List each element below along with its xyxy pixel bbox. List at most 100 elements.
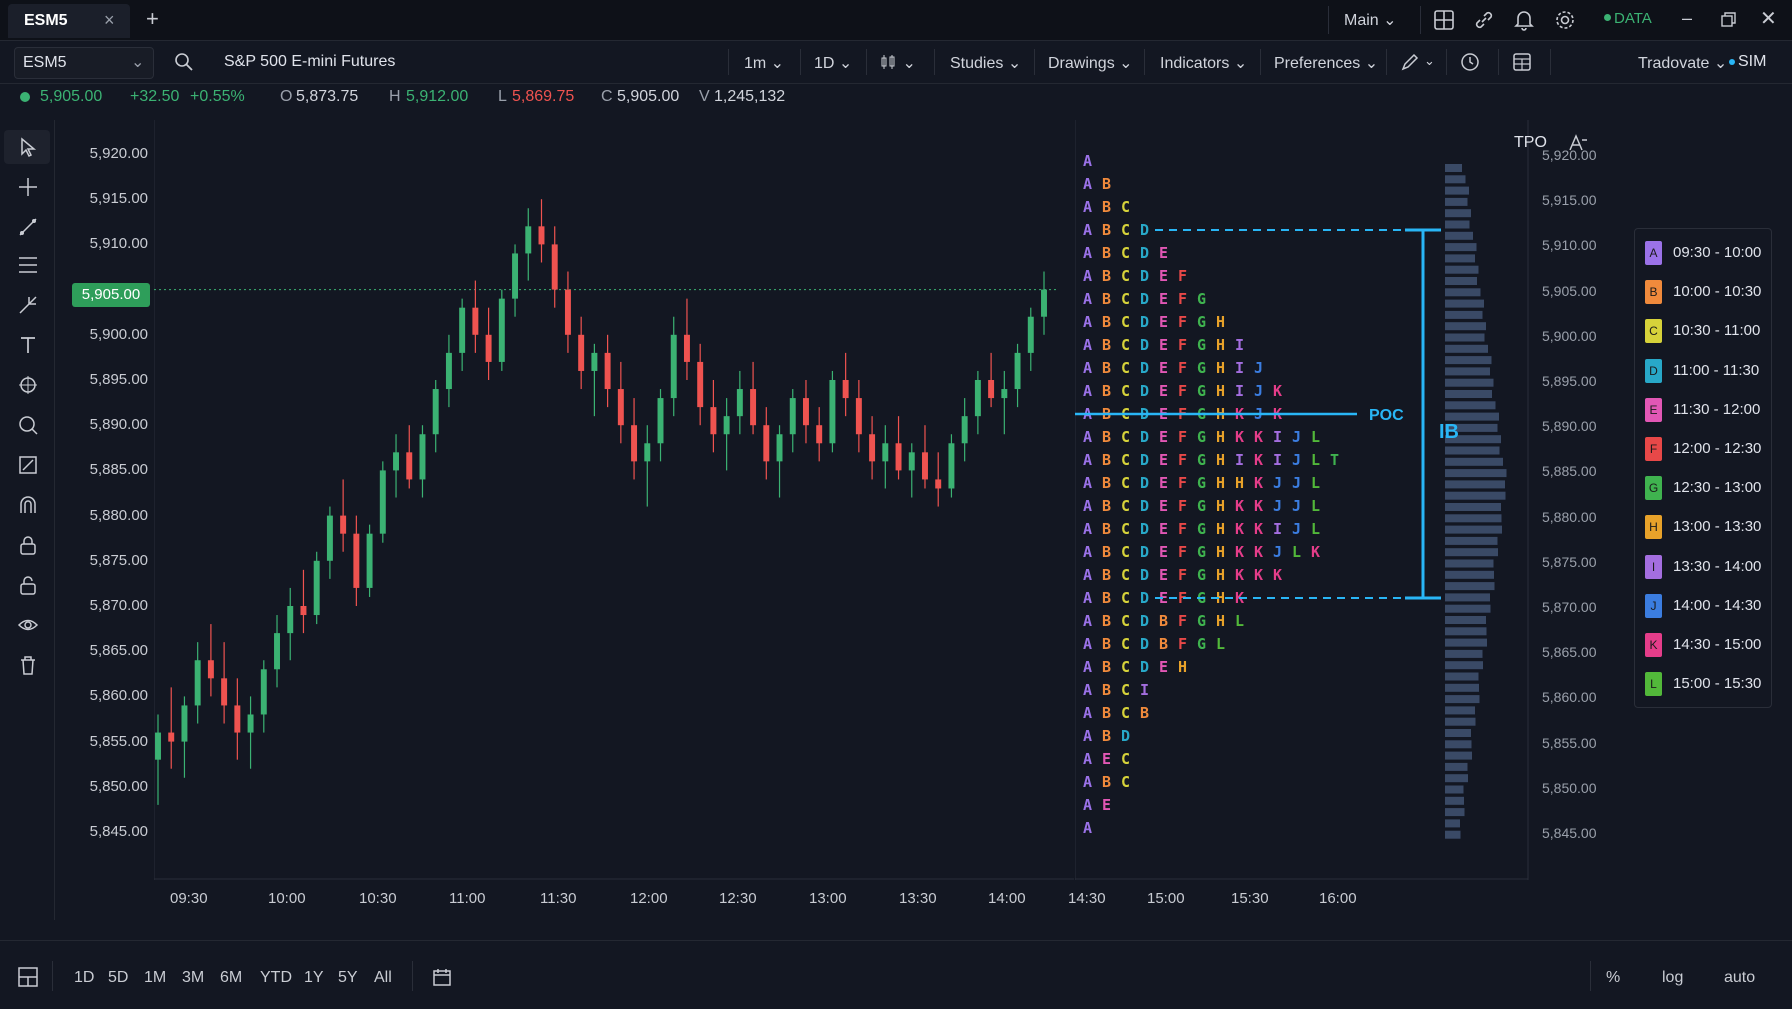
price-axis-right-label: 5,850.00 bbox=[1542, 779, 1597, 796]
interval-dropdown[interactable]: 1m ⌄ bbox=[744, 53, 784, 73]
volume-profile-bar bbox=[1445, 785, 1464, 794]
zoom-icon[interactable] bbox=[17, 414, 39, 436]
studies-dropdown[interactable]: Studies ⌄ bbox=[950, 53, 1021, 73]
volume-profile-bar bbox=[1445, 186, 1469, 195]
range-dropdown[interactable]: 1D ⌄ bbox=[814, 53, 852, 73]
cursor-icon[interactable] bbox=[17, 136, 39, 158]
tab-esm5[interactable]: ESM5 × bbox=[8, 4, 130, 38]
range-button-3m[interactable]: 3M bbox=[182, 969, 204, 987]
volume-profile-bar bbox=[1445, 333, 1485, 342]
close-window-icon[interactable]: ✕ bbox=[1760, 6, 1777, 31]
drawings-dropdown[interactable]: Drawings ⌄ bbox=[1048, 53, 1133, 73]
time-axis-label: 11:00 bbox=[449, 890, 486, 907]
range-button-all[interactable]: All bbox=[374, 969, 392, 987]
shapes-icon[interactable] bbox=[17, 374, 39, 396]
price-change-percent: +0.55% bbox=[190, 88, 245, 105]
add-tab-button[interactable]: + bbox=[146, 6, 159, 32]
fib-retracement-icon[interactable] bbox=[17, 254, 39, 276]
pencil-icon[interactable] bbox=[1400, 52, 1420, 72]
pitchfork-icon[interactable] bbox=[17, 294, 39, 316]
range-button-1y[interactable]: 1Y bbox=[304, 969, 324, 987]
indicators-dropdown[interactable]: Indicators ⌄ bbox=[1160, 53, 1247, 73]
volume-profile-bar bbox=[1445, 299, 1484, 308]
time-axis-label: 16:00 bbox=[1319, 890, 1357, 907]
volume-profile-bar bbox=[1445, 683, 1479, 692]
search-icon[interactable] bbox=[174, 52, 194, 72]
volume-profile-bar bbox=[1445, 525, 1502, 534]
bell-icon[interactable] bbox=[1514, 9, 1534, 31]
data-status-dot bbox=[1604, 14, 1611, 21]
time-axis-label: 15:00 bbox=[1147, 890, 1185, 907]
range-button-1m[interactable]: 1M bbox=[144, 969, 166, 987]
candle bbox=[313, 551, 320, 625]
symbol-selector[interactable]: ESM5 ⌄ bbox=[14, 47, 154, 79]
price-axis-right-label: 5,890.00 bbox=[1542, 418, 1597, 435]
unlock-icon[interactable] bbox=[17, 574, 39, 596]
range-button-ytd[interactable]: YTD bbox=[260, 969, 292, 987]
volume-profile-bar bbox=[1445, 604, 1491, 613]
measure-icon[interactable] bbox=[17, 454, 39, 476]
preferences-dropdown[interactable]: Preferences ⌄ bbox=[1274, 53, 1378, 73]
candlestick-chart[interactable] bbox=[154, 120, 1074, 880]
time-axis-label: 13:00 bbox=[809, 890, 847, 907]
close-icon[interactable]: × bbox=[104, 10, 115, 31]
tpo-row: ABCDBFGL bbox=[1083, 635, 1225, 653]
volume-profile-bar bbox=[1445, 593, 1490, 602]
minimize-icon[interactable]: – bbox=[1682, 8, 1692, 29]
price-axis-right-label: 5,885.00 bbox=[1542, 463, 1597, 480]
indicators-label: Indicators bbox=[1160, 55, 1230, 72]
legend-item: K 14:30 - 15:00 bbox=[1645, 629, 1771, 659]
tpo-row: ABCDEFGHKKK bbox=[1083, 566, 1282, 584]
trash-icon[interactable] bbox=[17, 654, 39, 676]
range-button-6m[interactable]: 6M bbox=[220, 969, 242, 987]
auto-scale-button[interactable]: auto bbox=[1724, 969, 1755, 987]
time-axis-label: 10:30 bbox=[359, 890, 397, 907]
volume-profile-bar bbox=[1445, 277, 1477, 285]
restore-icon[interactable] bbox=[1721, 12, 1737, 28]
volume-profile-bar bbox=[1445, 570, 1494, 579]
volume-profile-bar bbox=[1445, 265, 1479, 274]
price-axis-left-label: 5,920.00 bbox=[89, 145, 148, 162]
volume-profile-bar bbox=[1445, 808, 1465, 817]
range-button-5y[interactable]: 5Y bbox=[338, 969, 358, 987]
range-button-1d[interactable]: 1D bbox=[74, 969, 94, 987]
panels-icon[interactable] bbox=[18, 967, 38, 987]
volume-profile-bar bbox=[1445, 751, 1472, 760]
text-icon[interactable] bbox=[17, 334, 39, 356]
trendline-icon[interactable] bbox=[17, 216, 39, 238]
close-value: 5,905.00 bbox=[617, 88, 680, 105]
price-axis-right-label: 5,900.00 bbox=[1542, 327, 1597, 344]
price-axis-left-label: 5,845.00 bbox=[89, 823, 148, 840]
crosshair-icon[interactable] bbox=[17, 176, 39, 198]
price-axis-right-label: 5,860.00 bbox=[1542, 689, 1597, 706]
range-button-5d[interactable]: 5D bbox=[108, 969, 128, 987]
calendar-icon[interactable] bbox=[432, 967, 452, 987]
tpo-row: ABD bbox=[1083, 727, 1130, 745]
poc-label: POC bbox=[1369, 407, 1404, 424]
chart-type-dropdown[interactable]: ⌄ bbox=[880, 53, 916, 73]
lock-icon[interactable] bbox=[17, 534, 39, 556]
chevron-down-icon[interactable]: ⌄ bbox=[1424, 53, 1435, 69]
tpo-row: ABCDEFGHKKJLK bbox=[1083, 543, 1320, 561]
tpo-row: ABCDEFGHIJK bbox=[1083, 382, 1282, 400]
replay-icon[interactable] bbox=[1460, 52, 1480, 72]
gear-icon[interactable] bbox=[1554, 9, 1576, 31]
preferences-label: Preferences bbox=[1274, 55, 1361, 72]
calculator-icon[interactable] bbox=[1512, 52, 1532, 72]
range-label: 1D bbox=[814, 55, 835, 72]
log-scale-button[interactable]: log bbox=[1662, 969, 1683, 987]
volume-profile-bar bbox=[1445, 344, 1488, 353]
legend-label: 10:30 - 11:00 bbox=[1673, 322, 1761, 340]
layout-icon[interactable] bbox=[1434, 10, 1454, 30]
broker-dropdown[interactable]: Tradovate ⌄ bbox=[1638, 53, 1727, 73]
time-axis-label: 15:30 bbox=[1231, 890, 1269, 907]
account-label[interactable]: SIM bbox=[1738, 53, 1766, 71]
magnet-icon[interactable] bbox=[17, 494, 39, 516]
volume-profile-bar bbox=[1445, 616, 1486, 624]
time-axis-label: 10:00 bbox=[268, 890, 306, 907]
workspace-dropdown[interactable]: Main ⌄ bbox=[1344, 10, 1397, 30]
link-icon[interactable] bbox=[1474, 10, 1494, 30]
volume-profile-bar bbox=[1445, 491, 1506, 500]
percent-scale-button[interactable]: % bbox=[1606, 969, 1620, 987]
eye-icon[interactable] bbox=[17, 614, 39, 636]
